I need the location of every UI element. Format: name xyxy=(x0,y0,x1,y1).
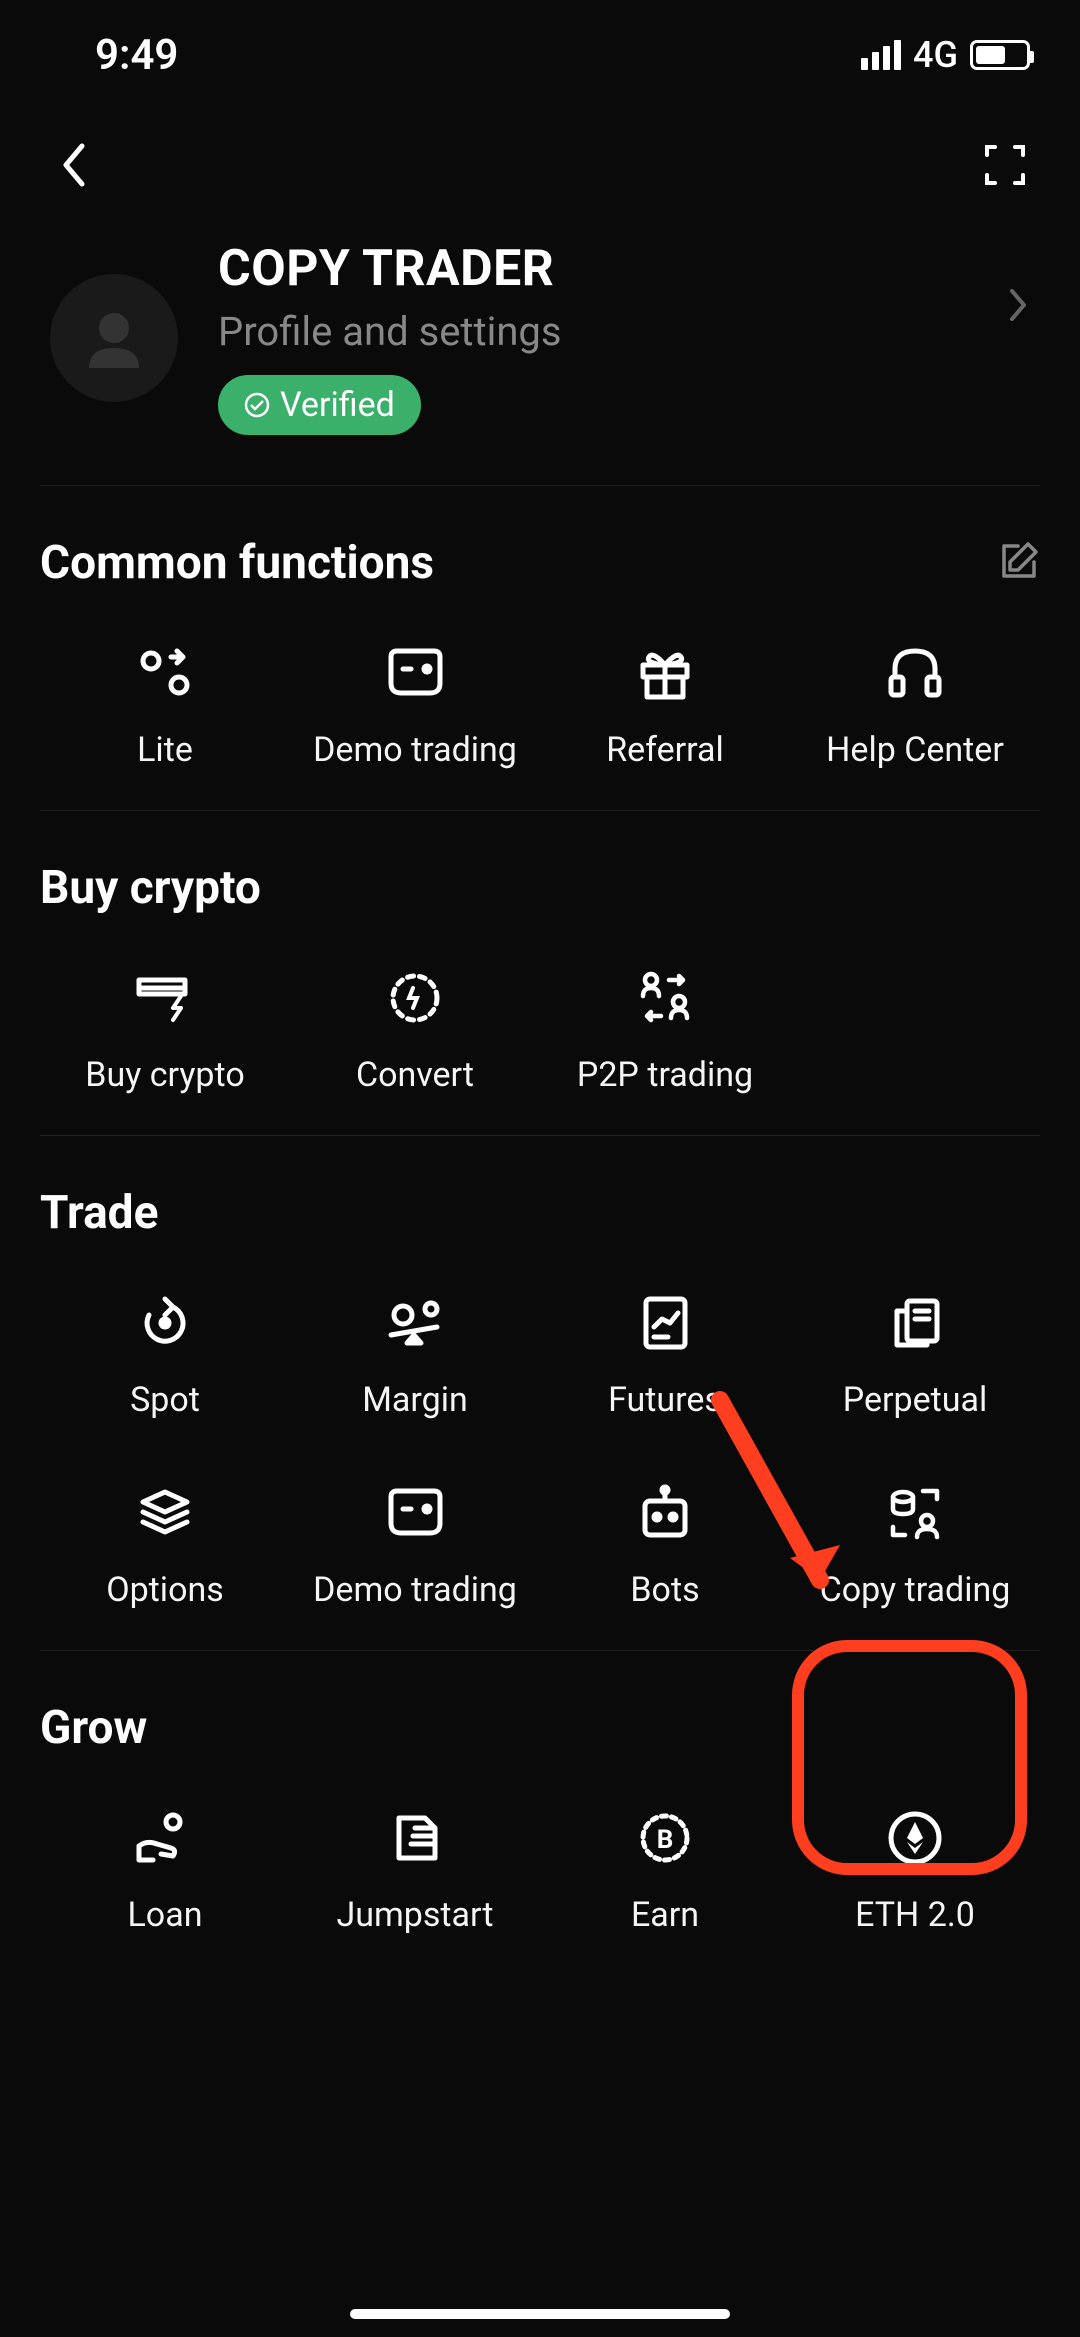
grid-label: Copy trading xyxy=(820,1570,1011,1610)
convert-icon xyxy=(383,965,448,1030)
grid-label: Futures xyxy=(608,1380,722,1420)
trade-item-margin[interactable]: Margin xyxy=(290,1280,540,1430)
card-bolt-icon xyxy=(133,965,198,1030)
grid-label: Help Center xyxy=(826,730,1004,770)
scan-button[interactable] xyxy=(980,140,1030,190)
p2p-icon xyxy=(633,965,698,1030)
trade-item-copy-trading[interactable]: Copy trading xyxy=(790,1470,1040,1620)
grid-label: Margin xyxy=(362,1380,468,1420)
buy-item-buy-crypto[interactable]: Buy crypto xyxy=(40,955,290,1105)
section-title: Buy crypto xyxy=(40,861,261,915)
grid-label: Bots xyxy=(630,1570,699,1610)
grid-label: Jumpstart xyxy=(336,1895,493,1935)
grow-item-loan[interactable]: Loan xyxy=(40,1795,290,1945)
section-buy-crypto: Buy crypto Buy crypto Convert P2P tradin… xyxy=(0,811,1080,1135)
perpetual-icon xyxy=(883,1290,948,1355)
status-indicators: 4G xyxy=(861,34,1030,76)
eth-icon xyxy=(883,1805,948,1870)
section-grow: Grow Loan Jumpstart B Earn ETH 2.0 xyxy=(0,1651,1080,1975)
grow-item-jumpstart[interactable]: Jumpstart xyxy=(290,1795,540,1945)
earn-icon: B xyxy=(633,1805,698,1870)
demo-icon xyxy=(383,1480,448,1545)
home-indicator xyxy=(350,2309,730,2319)
headset-icon xyxy=(883,640,948,705)
trade-item-spot[interactable]: Spot xyxy=(40,1280,290,1430)
grow-item-eth[interactable]: ETH 2.0 xyxy=(790,1795,1040,1945)
verified-label: Verified xyxy=(280,385,395,425)
copy-trading-icon xyxy=(883,1480,948,1545)
grid-label: Lite xyxy=(137,730,193,770)
jumpstart-icon xyxy=(383,1805,448,1870)
loan-icon xyxy=(133,1805,198,1870)
gift-icon xyxy=(633,640,698,705)
futures-icon xyxy=(633,1290,698,1355)
status-bar: 9:49 4G xyxy=(0,0,1080,100)
trade-item-demo-trading[interactable]: Demo trading xyxy=(290,1470,540,1620)
trade-item-options[interactable]: Options xyxy=(40,1470,290,1620)
trade-item-perpetual[interactable]: Perpetual xyxy=(790,1280,1040,1430)
margin-icon xyxy=(383,1290,448,1355)
common-item-help-center[interactable]: Help Center xyxy=(790,630,1040,780)
bots-icon xyxy=(633,1480,698,1545)
grid-label: Buy crypto xyxy=(85,1055,244,1095)
common-item-referral[interactable]: Referral xyxy=(540,630,790,780)
chevron-right-icon xyxy=(1006,285,1030,329)
options-icon xyxy=(133,1480,198,1545)
grid-label: Options xyxy=(106,1570,224,1610)
signal-icon xyxy=(861,40,901,70)
grow-item-earn[interactable]: B Earn xyxy=(540,1795,790,1945)
grid-label: P2P trading xyxy=(577,1055,753,1095)
grid-label: Spot xyxy=(130,1380,200,1420)
grid-label: Demo trading xyxy=(313,1570,517,1610)
common-item-lite[interactable]: Lite xyxy=(40,630,290,780)
trade-item-bots[interactable]: Bots xyxy=(540,1470,790,1620)
profile-name: COPY TRADER xyxy=(218,240,1030,298)
lite-icon xyxy=(133,640,198,705)
svg-text:B: B xyxy=(657,1825,674,1855)
grid-label: Demo trading xyxy=(313,730,517,770)
status-time: 9:49 xyxy=(95,31,178,80)
edit-button[interactable] xyxy=(998,540,1040,586)
profile-info: COPY TRADER Profile and settings Verifie… xyxy=(218,240,1030,435)
common-item-demo-trading[interactable]: Demo trading xyxy=(290,630,540,780)
profile-section[interactable]: COPY TRADER Profile and settings Verifie… xyxy=(0,230,1080,485)
section-trade: Trade Spot Margin Futures Perpetual xyxy=(0,1136,1080,1650)
battery-icon xyxy=(970,40,1030,70)
nav-bar xyxy=(0,100,1080,230)
avatar xyxy=(50,274,178,402)
network-label: 4G xyxy=(913,34,958,76)
grid-label: Loan xyxy=(128,1895,203,1935)
buy-item-p2p-trading[interactable]: P2P trading xyxy=(540,955,790,1105)
section-common-functions: Common functions Lite Demo trading Refer… xyxy=(0,486,1080,810)
demo-icon xyxy=(383,640,448,705)
grid-label: ETH 2.0 xyxy=(855,1895,975,1935)
section-title: Grow xyxy=(40,1701,147,1755)
grid-label: Referral xyxy=(606,730,724,770)
buy-item-convert[interactable]: Convert xyxy=(290,955,540,1105)
grid-label: Earn xyxy=(631,1895,699,1935)
spot-icon xyxy=(133,1290,198,1355)
section-title: Common functions xyxy=(40,536,434,590)
check-circle-icon xyxy=(244,392,270,418)
trade-item-futures[interactable]: Futures xyxy=(540,1280,790,1430)
grid-label: Convert xyxy=(356,1055,474,1095)
verified-badge: Verified xyxy=(218,375,421,435)
profile-subtitle: Profile and settings xyxy=(218,308,1030,355)
grid-label: Perpetual xyxy=(843,1380,988,1420)
back-button[interactable] xyxy=(50,140,100,190)
section-title: Trade xyxy=(40,1186,158,1240)
